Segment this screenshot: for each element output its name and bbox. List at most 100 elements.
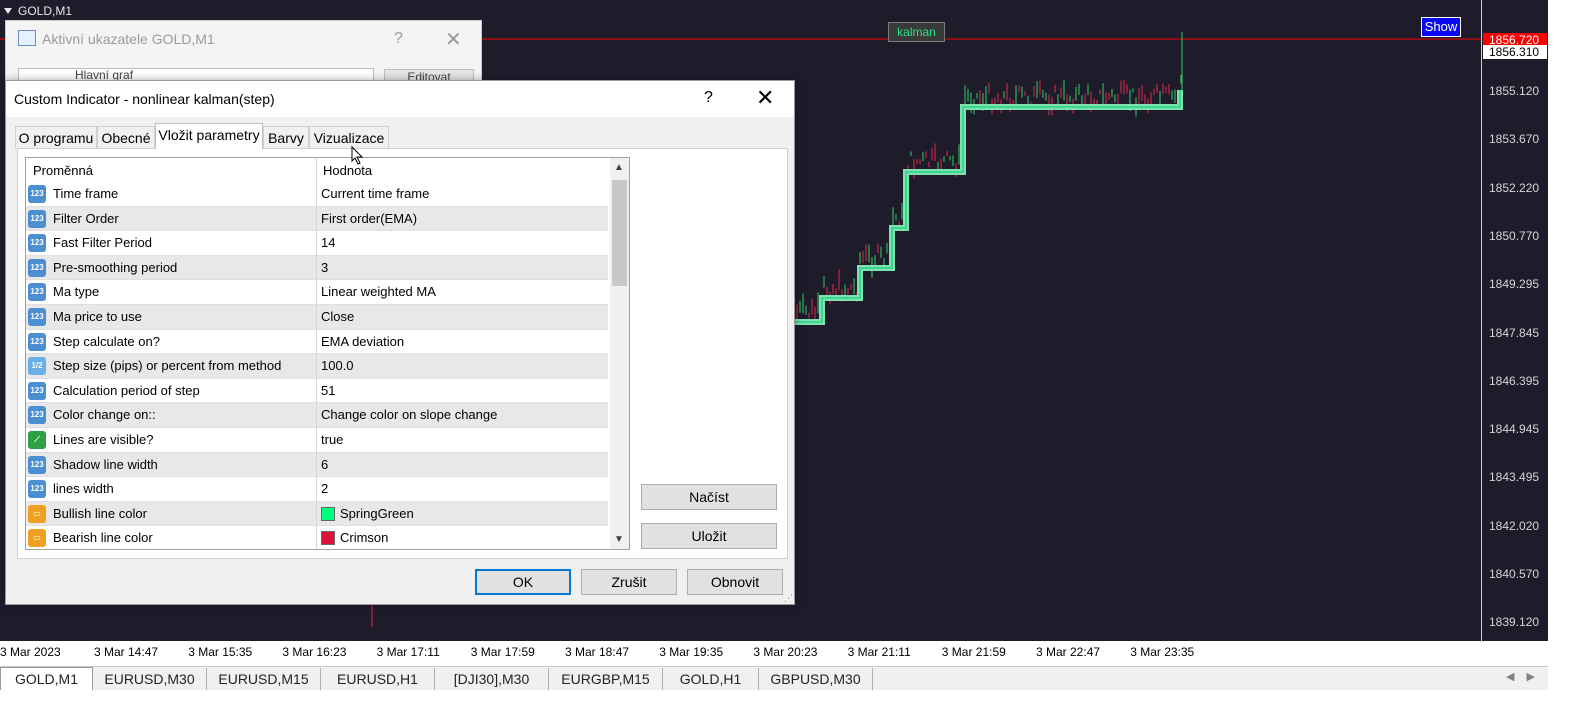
time-tick-label: 3 Mar 21:59 xyxy=(941,645,1006,659)
chart-tab[interactable]: [DJI30],M30 xyxy=(435,668,549,690)
int-param-icon: 123 xyxy=(28,381,46,400)
param-value[interactable]: Crimson xyxy=(340,530,388,545)
chart-tab[interactable]: GOLD,H1 xyxy=(663,668,759,690)
time-tick-label: 3 Mar 19:35 xyxy=(659,645,724,659)
chart-tab[interactable]: EURGBP,M15 xyxy=(549,668,663,690)
table-row[interactable]: 123 Fast Filter Period 14 xyxy=(26,231,608,256)
time-axis: 3 Mar 2023 3 Mar 14:47 3 Mar 15:35 3 Mar 16… xyxy=(0,641,1548,665)
mouse-cursor-icon xyxy=(351,146,364,165)
param-value[interactable]: Close xyxy=(321,309,354,324)
param-value[interactable]: Change color on slope change xyxy=(321,407,497,422)
tab-general[interactable]: Obecné xyxy=(97,126,155,148)
save-button[interactable]: Uložit xyxy=(641,523,777,549)
param-value[interactable]: SpringGreen xyxy=(340,506,414,521)
param-value[interactable]: 100.0 xyxy=(321,358,354,373)
param-name: Pre-smoothing period xyxy=(53,259,178,275)
tab-inputs[interactable]: Vložit parametry xyxy=(155,123,263,149)
param-name: Color change on:: xyxy=(53,407,156,423)
reset-button[interactable]: Obnovit xyxy=(687,569,783,595)
color-swatch[interactable] xyxy=(321,531,335,546)
param-value[interactable]: 6 xyxy=(321,457,328,472)
price-tick-label: 1839.120 xyxy=(1489,615,1540,630)
chart-tab[interactable]: EURUSD,M30 xyxy=(93,668,207,690)
table-row[interactable]: 123 Shadow line width 6 xyxy=(26,452,608,478)
table-row[interactable]: 123 lines width 2 xyxy=(26,477,608,502)
right-margin xyxy=(1548,0,1593,706)
tab-visualization[interactable]: Vizualizace xyxy=(309,126,389,148)
price-tick-label: 1850.770 xyxy=(1489,228,1540,243)
time-tick-label: 3 Mar 2023 xyxy=(0,645,61,659)
param-value[interactable]: First order(EMA) xyxy=(321,211,417,226)
ok-button[interactable]: OK xyxy=(475,569,571,595)
chart-tab[interactable]: GOLD,M1 xyxy=(0,667,93,691)
table-row[interactable]: 123 Step calculate on? EMA deviation xyxy=(26,330,608,355)
scroll-up-icon[interactable]: ▲ xyxy=(614,162,624,173)
custom-indicator-dialog: Custom Indicator - nonlinear kalman(step… xyxy=(5,80,795,605)
table-row[interactable]: 123 Calculation period of step 51 xyxy=(26,379,608,404)
cancel-button[interactable]: Zrušit xyxy=(581,569,677,595)
column-header-name[interactable]: Proměnná xyxy=(33,163,93,178)
param-value[interactable]: EMA deviation xyxy=(321,334,404,349)
chart-title: GOLD,M1 xyxy=(0,0,72,20)
kalman-shadow-line xyxy=(795,90,1183,325)
column-separator[interactable] xyxy=(316,158,317,549)
table-row[interactable]: ▭ Bullish line color SpringGreen xyxy=(26,501,608,527)
table-row[interactable]: 1/2 Step size (pips) or percent from meth… xyxy=(26,354,608,379)
tab-colors[interactable]: Barvy xyxy=(263,126,309,148)
tab-scroll-arrows[interactable]: ◀▶ xyxy=(1506,670,1547,683)
scroll-down-icon[interactable]: ▼ xyxy=(614,534,624,545)
resize-grip-icon[interactable]: ⋰ xyxy=(784,593,793,604)
param-value[interactable]: true xyxy=(321,432,343,447)
table-row[interactable]: 123 Filter Order First order(EMA) xyxy=(26,206,608,232)
param-name: Shadow line width xyxy=(53,456,158,472)
int-param-icon: 123 xyxy=(28,234,46,253)
price-tick-label: 1849.295 xyxy=(1489,277,1540,292)
indicator-label: kalman xyxy=(888,22,945,42)
param-name: Calculation period of step xyxy=(53,382,200,398)
int-param-icon: 123 xyxy=(28,283,46,302)
param-value[interactable]: 3 xyxy=(321,260,328,275)
price-tick-label: 1855.120 xyxy=(1489,84,1540,98)
price-tick-label: 1842.020 xyxy=(1489,518,1540,533)
param-value[interactable]: Current time frame xyxy=(321,186,429,201)
close-icon[interactable]: ✕ xyxy=(756,85,774,111)
time-tick-label: 3 Mar 16:23 xyxy=(282,645,347,659)
vertical-scrollbar[interactable]: ▲ ▼ xyxy=(610,158,629,549)
chart-tab[interactable]: EURUSD,M15 xyxy=(207,668,321,690)
int-param-icon: 123 xyxy=(28,209,46,228)
table-row[interactable]: ⟋ Lines are visible? true xyxy=(26,428,608,453)
chart-symbol-label: GOLD,M1 xyxy=(18,4,73,18)
indicators-icon xyxy=(18,30,36,46)
int-param-icon: 123 xyxy=(28,185,46,203)
tab-about[interactable]: O programu xyxy=(15,126,97,148)
color-swatch[interactable] xyxy=(321,506,335,521)
table-row[interactable]: 123 Pre-smoothing period 3 xyxy=(26,255,608,281)
param-name: Filter Order xyxy=(53,210,119,226)
param-value[interactable]: 51 xyxy=(321,383,335,398)
help-icon[interactable]: ? xyxy=(394,30,403,48)
chart-tab-bar: GOLD,M1 EURUSD,M30 EURUSD,M15 EURUSD,H1 [DJI… xyxy=(0,666,1548,691)
scroll-thumb[interactable] xyxy=(612,180,627,286)
param-name: Fast Filter Period xyxy=(53,235,152,251)
table-row[interactable]: 123 Ma price to use Close xyxy=(26,305,608,330)
param-value[interactable]: 14 xyxy=(321,235,335,250)
time-tick-label: 3 Mar 18:47 xyxy=(565,645,630,659)
show-button[interactable]: Show xyxy=(1421,17,1461,37)
table-row[interactable]: 123 Ma type Linear weighted MA xyxy=(26,280,608,305)
table-row[interactable]: 123 Time frame Current time frame xyxy=(26,182,608,207)
table-row[interactable]: 123 Color change on:: Change color on slop… xyxy=(26,403,608,428)
table-row[interactable]: ▭ Bearish line color Crimson xyxy=(26,526,608,549)
int-param-icon: 123 xyxy=(28,308,46,326)
load-button[interactable]: Načíst xyxy=(641,484,777,510)
chart-tab[interactable]: EURUSD,H1 xyxy=(321,668,435,690)
kalman-line xyxy=(795,90,1181,323)
close-icon[interactable]: ✕ xyxy=(445,27,462,52)
help-icon[interactable]: ? xyxy=(704,89,713,107)
parameters-table: Proměnná Hodnota 123 Time frame Current ti… xyxy=(25,157,630,550)
int-param-icon: 123 xyxy=(28,480,46,499)
param-value[interactable]: 2 xyxy=(321,481,328,496)
param-value[interactable]: Linear weighted MA xyxy=(321,284,436,299)
chart-tab[interactable]: GBPUSD,M30 xyxy=(759,668,873,690)
int-param-icon: 123 xyxy=(28,406,46,425)
collapse-triangle-icon[interactable] xyxy=(4,8,12,14)
